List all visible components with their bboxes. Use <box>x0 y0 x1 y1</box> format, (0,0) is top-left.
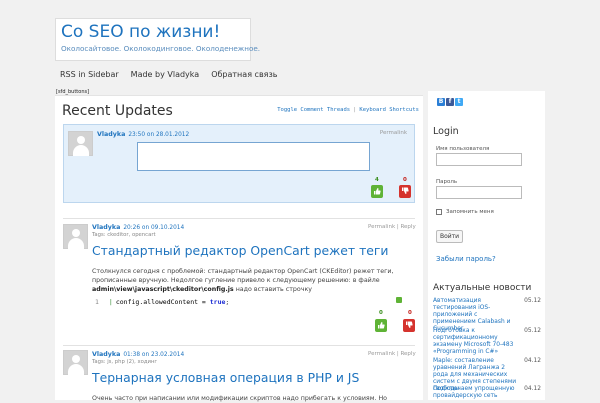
news-item-date: 04.12 <box>524 358 541 364</box>
code-value: true <box>209 298 226 306</box>
links-separator: | <box>353 107 357 113</box>
code-toolbar-icon[interactable] <box>396 297 402 303</box>
thumbs-up-button[interactable] <box>371 185 383 198</box>
post-title[interactable]: Тернарная условная операция в PHP и JS <box>92 370 359 385</box>
vote-down-count: 0 <box>403 177 407 183</box>
post-time[interactable]: 01:38 on 23.02.2014 <box>123 352 184 358</box>
post-body: Столкнулся сегодня с проблемой: стандарт… <box>92 267 410 294</box>
tags-links[interactable]: js, php (2), ходинг <box>107 359 157 365</box>
thumbs-up-icon <box>378 322 385 329</box>
vote-up-count: 4 <box>375 177 379 183</box>
post-text-line: admin\view\javascript\ckeditor\config.js… <box>92 285 410 294</box>
blogger-icon[interactable]: B <box>437 98 445 106</box>
news-title: Актуальные новости <box>433 283 532 293</box>
login-title: Login <box>433 126 459 137</box>
keyboard-shortcuts-link[interactable]: Keyboard Shortcuts <box>359 107 419 113</box>
site-title[interactable]: Co SEO по жизни! <box>61 22 245 42</box>
lost-password-link[interactable]: Забыли пароль? <box>436 255 496 263</box>
author-link[interactable]: Vladyka <box>92 351 120 358</box>
news-item-date: 05.12 <box>524 328 541 334</box>
thumbs-down-button[interactable] <box>403 319 415 332</box>
code-line-number: 1 <box>95 298 99 306</box>
post-body: Очень часто при написании или модификаци… <box>92 394 410 403</box>
post-text-line: прописанные вручную. Недолгое гугление п… <box>92 277 380 284</box>
news-item-title[interactable]: Подготовка к сертификационному экзамену … <box>433 328 521 356</box>
news-item-title[interactable]: Подключаем упрощенную провайдерскую сеть <box>433 386 521 400</box>
author-link[interactable]: Vladyka <box>97 131 125 138</box>
news-item-date: 04.12 <box>524 386 541 392</box>
twitter-icon[interactable]: t <box>455 98 463 106</box>
top-nav: RSS in Sidebar Made by Vladyka Обратная … <box>60 70 277 82</box>
remember-label: Запомнить меня <box>446 209 494 215</box>
code-gutter-bar: | <box>108 298 113 306</box>
post-tags: Tags: ckeditor, opencart <box>92 232 156 238</box>
thumbs-up-button[interactable] <box>375 319 387 332</box>
thumbs-down-icon <box>406 321 413 328</box>
site-header: Co SEO по жизни! Околосайтовое. Околокод… <box>55 18 261 61</box>
avatar <box>63 350 88 375</box>
avatar <box>63 224 88 249</box>
permalink-link[interactable]: Permalink <box>380 130 407 136</box>
post-tags: Tags: js, php (2), ходинг <box>92 359 157 365</box>
code-text: config.allowedContent = <box>115 298 210 306</box>
vote-up-count: 0 <box>379 310 383 316</box>
post-title[interactable]: Стандартный редактор OpenCart режет теги <box>92 243 388 258</box>
post-text-rest: надо вставить строчку <box>233 286 312 293</box>
tags-label: Tags: <box>92 359 106 365</box>
nav-item-feedback[interactable]: Обратная связь <box>211 70 277 82</box>
compose-meta: Vladyka 23:50 on 28.01.2012 <box>97 131 189 138</box>
nav-item-made-by[interactable]: Made by Vladyka <box>131 70 200 82</box>
social-buttons: B f t <box>437 98 463 106</box>
compose-box: Vladyka 23:50 on 28.01.2012 Permalink 4 0 <box>63 124 415 203</box>
facebook-icon[interactable]: f <box>446 98 454 106</box>
site-description: Околосайтовое. Околокодинговое. Околоден… <box>61 44 261 53</box>
password-label: Пароль <box>436 179 458 185</box>
code-block: 1 | config.allowedContent = true; <box>92 297 405 311</box>
post-text-line: Очень часто при написании или модификаци… <box>92 395 388 402</box>
permalink-reply-link[interactable]: Permalink | Reply <box>368 224 416 230</box>
thumbs-up-icon <box>374 188 381 195</box>
vote-down-count: 0 <box>408 310 412 316</box>
author-link[interactable]: Vladyka <box>92 224 120 231</box>
username-field[interactable] <box>436 153 522 166</box>
post-divider <box>63 345 415 346</box>
remember-checkbox[interactable] <box>436 209 442 215</box>
thumbs-down-icon <box>402 187 409 194</box>
password-field[interactable] <box>436 186 522 199</box>
file-path: admin\view\javascript\ckeditor\config.js <box>92 286 234 293</box>
nav-item-rss[interactable]: RSS in Sidebar <box>60 70 119 82</box>
post-divider <box>63 218 415 219</box>
main-links: Toggle Comment Threads | Keyboard Shortcut… <box>277 107 419 113</box>
tags-links[interactable]: ckeditor, opencart <box>107 232 155 238</box>
thumbs-down-button[interactable] <box>399 185 411 198</box>
post-meta: Vladyka 01:38 on 23.02.2014 <box>92 351 184 358</box>
remember-me[interactable]: Запомнить меня <box>436 209 494 215</box>
username-label: Имя пользователя <box>436 146 490 152</box>
tags-label: Tags: <box>92 232 106 238</box>
post-text-line: Столкнулся сегодня с проблемой: стандарт… <box>92 268 394 275</box>
post-time[interactable]: 20:26 on 09.10.2014 <box>123 225 184 231</box>
news-item-date: 05.12 <box>524 298 541 304</box>
news-item[interactable]: Подготовка к сертификационному экзамену … <box>433 328 541 356</box>
post-meta: Vladyka 20:26 on 09.10.2014 <box>92 224 184 231</box>
post-time[interactable]: 23:50 on 28.01.2012 <box>128 132 189 138</box>
compose-input[interactable] <box>137 142 370 171</box>
code-end: ; <box>225 298 230 306</box>
avatar <box>68 131 93 156</box>
toggle-comment-threads-link[interactable]: Toggle Comment Threads <box>277 107 350 113</box>
news-item[interactable]: Подключаем упрощенную провайдерскую сеть… <box>433 386 541 400</box>
permalink-reply-link[interactable]: Permalink | Reply <box>368 351 416 357</box>
login-button[interactable]: Войти <box>436 230 463 243</box>
page-title: Recent Updates <box>62 103 173 119</box>
